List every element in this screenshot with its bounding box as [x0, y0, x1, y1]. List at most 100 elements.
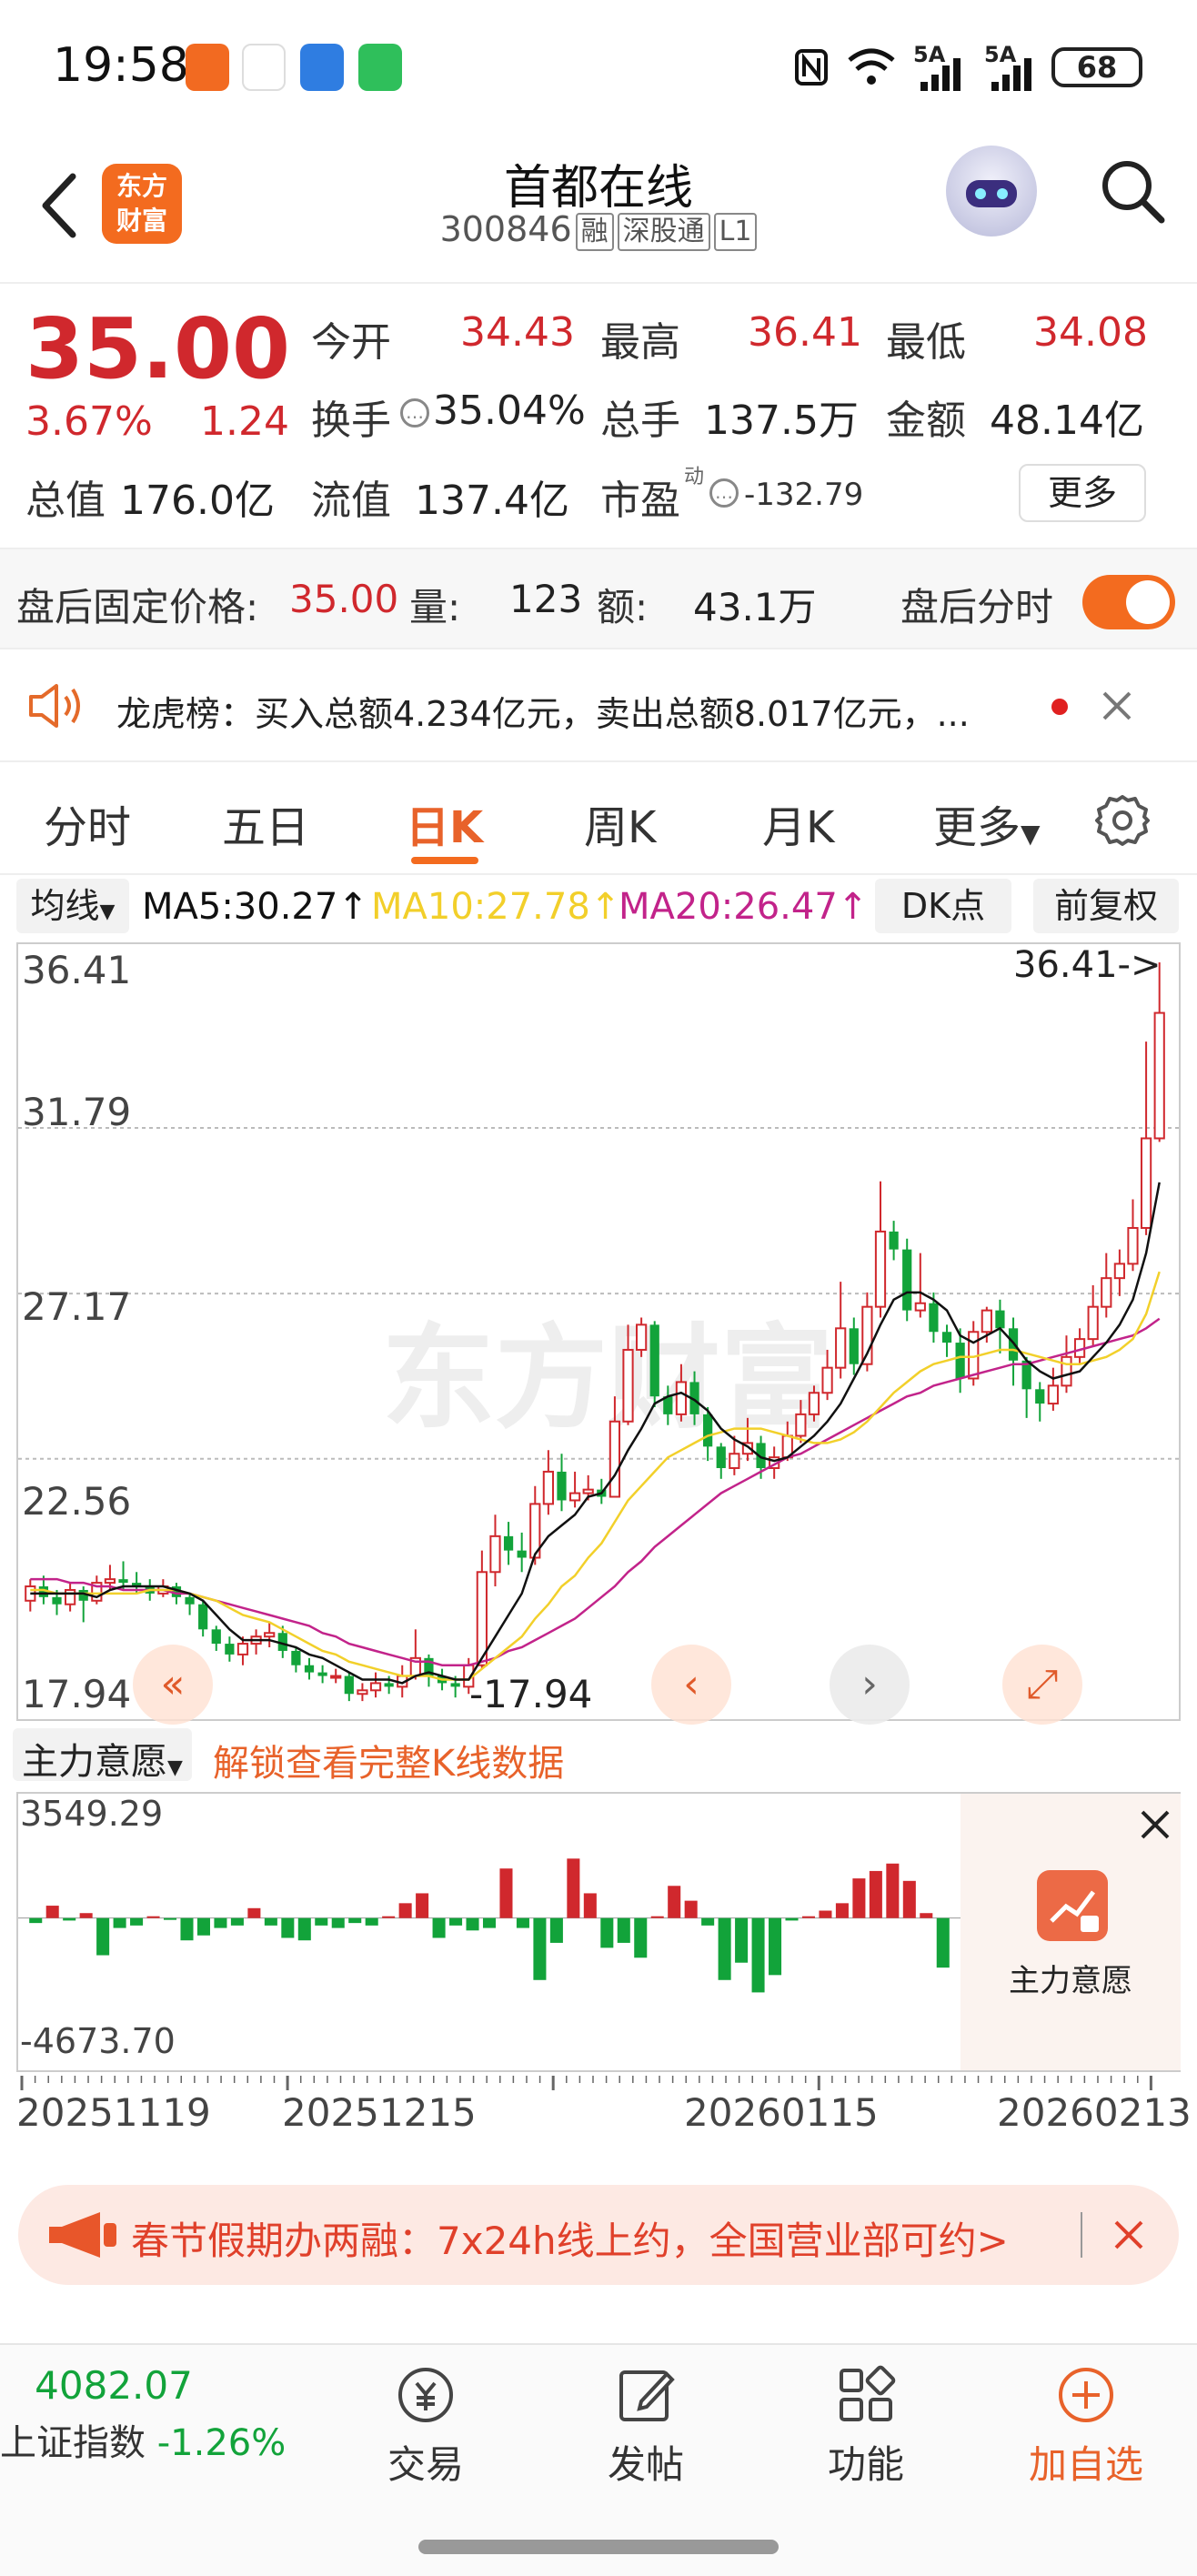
main-force-bar — [163, 1917, 177, 1920]
kline-chart[interactable]: 东方财富 36.41 31.79 27.17 22.56 17.94 36.41… — [16, 942, 1181, 1725]
after-hours-volume: 123 — [509, 577, 583, 621]
after-hours-price-label: 盘后固定价格: — [16, 585, 259, 629]
ma10-value: MA10:27.78↑ — [371, 886, 621, 928]
candle-body — [104, 1578, 116, 1585]
after-hours-amount: 43.1万 — [693, 585, 817, 629]
after-hours-bar: 盘后固定价格: 35.00 量: 123 额: 43.1万 盘后分时 — [0, 548, 1197, 649]
main-force-bar — [936, 1917, 950, 1968]
tab-five-day[interactable]: 五日 — [222, 791, 309, 855]
nav-functions[interactable]: 功能 — [775, 2363, 957, 2490]
low-label: 最低 — [886, 319, 966, 366]
ma-selector[interactable]: 均线▼ — [16, 879, 129, 933]
candle-body — [1047, 1384, 1059, 1405]
close-icon[interactable] — [1137, 1806, 1173, 1843]
tab-monthly-k[interactable]: 月K — [762, 791, 834, 855]
main-force-bar — [617, 1917, 630, 1943]
chevron-down-icon: ▼ — [99, 901, 116, 923]
tab-more[interactable]: 更多▼ — [933, 791, 1041, 855]
tab-daily-k[interactable]: 日K — [406, 791, 483, 855]
more-button[interactable]: 更多 — [1019, 464, 1146, 522]
add-circle-icon — [1059, 2368, 1113, 2422]
nav-post[interactable]: 发帖 — [555, 2363, 737, 2490]
candle-body — [568, 1492, 581, 1502]
after-hours-toggle[interactable] — [1082, 575, 1175, 629]
megaphone-icon — [49, 2212, 116, 2258]
candle-body — [981, 1309, 992, 1333]
main-force-bar — [886, 1863, 900, 1918]
tab-intraday[interactable]: 分时 — [44, 791, 131, 855]
app-notification-icon — [242, 44, 286, 91]
main-force-bar — [63, 1917, 76, 1921]
amount-label: 金额 — [886, 397, 966, 444]
after-hours-chart-label: 盘后分时 — [900, 585, 1054, 629]
candle-body — [1061, 1355, 1072, 1387]
stock-code: 300846 — [439, 209, 572, 249]
main-force-bar — [432, 1917, 446, 1938]
price-axis-label: 27.17 — [22, 1284, 132, 1329]
main-force-bar — [466, 1917, 479, 1931]
candle-body — [52, 1596, 62, 1605]
unlock-kline-link[interactable]: 解锁查看完整K线数据 — [213, 1734, 564, 1786]
app-notification-icon — [300, 44, 344, 91]
price-adjust-button[interactable]: 前复权 — [1033, 879, 1179, 933]
info-icon[interactable]: … — [400, 398, 429, 428]
high-value: 36.41 — [748, 309, 862, 356]
dk-point-button[interactable]: DK点 — [875, 879, 1011, 933]
main-force-bar — [247, 1907, 261, 1918]
chevron-down-icon: ▼ — [1021, 819, 1041, 849]
change-amount: 1.24 — [200, 398, 289, 445]
candle-body — [582, 1488, 594, 1494]
close-icon[interactable] — [1112, 2218, 1146, 2252]
promo-banner[interactable]: 春节假期办两融：7x24h线上约，全国营业部可约> — [18, 2185, 1179, 2285]
pe-value: -132.79 — [744, 477, 864, 513]
status-time: 19:58 — [53, 38, 189, 93]
right-arrow-icon[interactable]: › — [830, 1645, 910, 1725]
indicator-selector[interactable]: 主力意愿▼ — [13, 1728, 192, 1783]
main-force-bar — [180, 1917, 194, 1941]
dragon-tiger-notice[interactable]: 龙虎榜：买入总额4.234亿元，卖出总额8.017亿元，... — [0, 649, 1197, 762]
main-force-bar — [398, 1903, 412, 1918]
candle-body — [1127, 1226, 1139, 1265]
main-force-bar — [79, 1913, 93, 1918]
turnover-value: 35.04% — [433, 387, 586, 434]
main-force-bar — [684, 1900, 698, 1918]
main-force-bar — [146, 1916, 160, 1918]
main-force-bar — [634, 1917, 648, 1958]
close-icon[interactable] — [1099, 688, 1135, 724]
high-label: 最高 — [600, 319, 680, 366]
index-widget[interactable]: 4082.07 上证指数 -1.26% — [0, 2363, 286, 2466]
candle-body — [317, 1672, 327, 1676]
assistant-robot-icon[interactable] — [946, 146, 1037, 236]
main-force-bar — [751, 1917, 765, 1993]
kline-canvas: 东方财富 — [18, 962, 1179, 1702]
main-force-bar — [718, 1917, 731, 1980]
double-left-arrow-icon[interactable]: « — [133, 1645, 213, 1725]
app-notification-icon — [186, 44, 229, 91]
main-force-bar — [45, 1906, 59, 1918]
home-indicator[interactable] — [418, 2540, 779, 2554]
notice-text: 龙虎榜：买入总额4.234亿元，卖出总额8.017亿元，... — [116, 694, 970, 734]
tab-weekly-k[interactable]: 周K — [584, 791, 656, 855]
candle-body — [185, 1596, 195, 1605]
candle-body — [649, 1324, 659, 1397]
main-force-bar — [668, 1886, 681, 1918]
gear-icon[interactable] — [1093, 791, 1152, 850]
ma-legend: 均线▼ MA5:30.27↑ MA10:27.78↑ MA20:26.47↑ D… — [0, 879, 1197, 939]
candle-body — [622, 1348, 634, 1423]
speaker-icon — [29, 684, 80, 728]
nav-add-watchlist[interactable]: 加自选 — [995, 2363, 1177, 2490]
expand-icon[interactable]: ⤢ — [1002, 1645, 1082, 1725]
after-hours-volume-label: 量: — [409, 585, 461, 629]
index-name: 上证指数 — [0, 2422, 146, 2464]
info-icon[interactable]: … — [709, 478, 739, 508]
main-force-bar — [769, 1917, 782, 1976]
nav-trade[interactable]: 交易 — [335, 2363, 517, 2490]
main-force-bar — [130, 1917, 144, 1926]
stock-header: 东方 财富 首都在线 300846 融深股通 L1 — [0, 136, 1197, 284]
main-force-bar — [852, 1878, 866, 1918]
left-arrow-icon[interactable]: ‹ — [651, 1645, 731, 1725]
candle-body — [304, 1665, 315, 1673]
search-icon[interactable] — [1096, 155, 1169, 227]
candle-body — [517, 1550, 527, 1558]
main-force-bar — [549, 1917, 563, 1943]
